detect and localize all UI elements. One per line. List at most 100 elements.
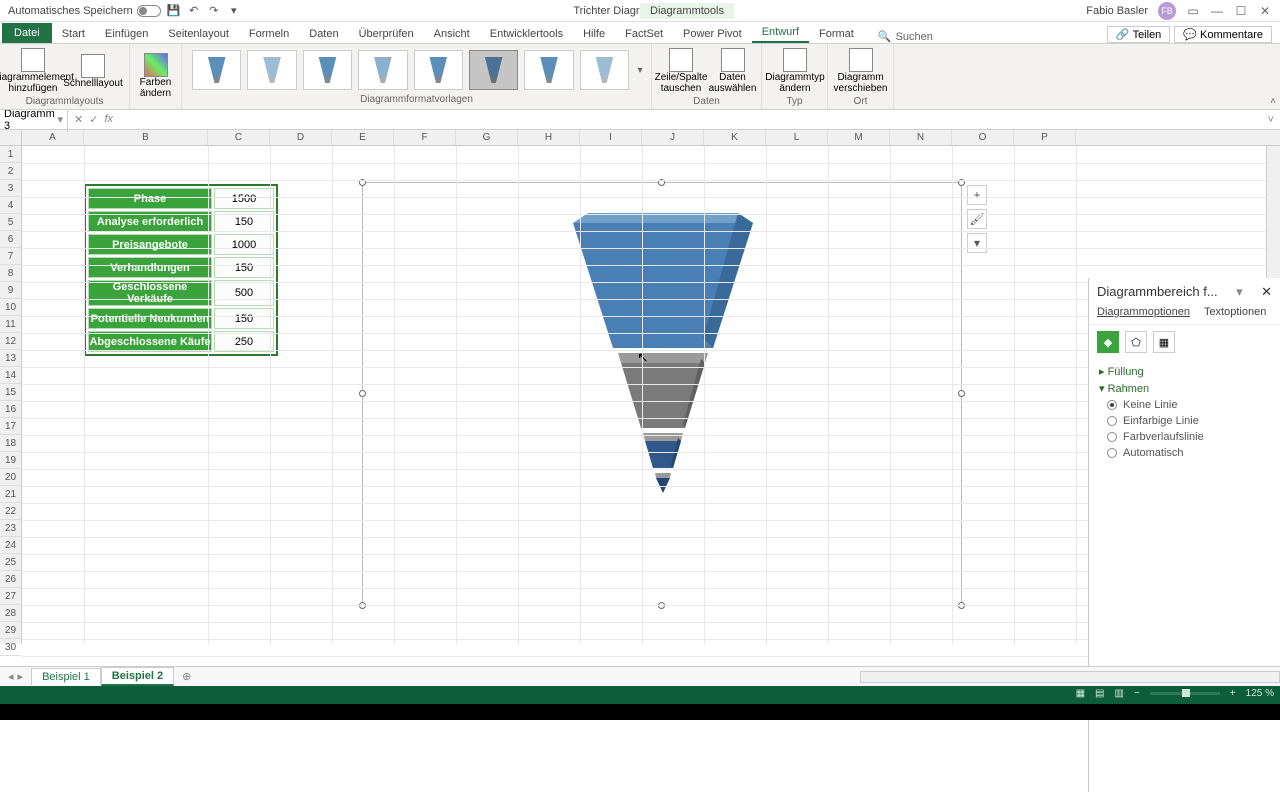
qat-customize-icon[interactable]: ▾ [227, 4, 241, 18]
chart-style-6[interactable] [469, 50, 518, 90]
pane-tab-chart-options[interactable]: Diagrammoptionen [1097, 306, 1190, 318]
row-header-10[interactable]: 10 [0, 299, 21, 316]
row-header-30[interactable]: 30 [0, 639, 21, 656]
table-label-cell[interactable]: Potentielle Neukunden [88, 308, 212, 329]
undo-icon[interactable]: ↶ [187, 4, 201, 18]
view-normal-icon[interactable]: ▦ [1076, 688, 1085, 699]
collapse-ribbon-icon[interactable]: ˄ [1270, 96, 1276, 107]
col-header-O[interactable]: O [952, 130, 1014, 145]
table-value-cell[interactable]: 500 [214, 280, 274, 306]
row-header-27[interactable]: 27 [0, 588, 21, 605]
row-header-8[interactable]: 8 [0, 265, 21, 282]
tab-datei[interactable]: Datei [2, 23, 52, 43]
add-sheet-icon[interactable]: ⊕ [174, 670, 199, 683]
tab-ueberpruefen[interactable]: Überprüfen [349, 25, 424, 43]
search-icon[interactable]: 🔍 [878, 30, 892, 43]
share-button[interactable]: 🔗Teilen [1107, 26, 1170, 43]
row-header-20[interactable]: 20 [0, 469, 21, 486]
zoom-in-icon[interactable]: + [1230, 688, 1236, 699]
tab-powerpivot[interactable]: Power Pivot [673, 25, 752, 43]
sheet-tab-1[interactable]: Beispiel 1 [31, 668, 101, 685]
row-header-13[interactable]: 13 [0, 350, 21, 367]
col-header-K[interactable]: K [704, 130, 766, 145]
row-header-23[interactable]: 23 [0, 520, 21, 537]
save-icon[interactable]: 💾 [167, 4, 181, 18]
table-value-cell[interactable]: 250 [214, 331, 274, 352]
chart-object[interactable]: + 🖌 ▾ [362, 182, 962, 606]
row-header-19[interactable]: 19 [0, 452, 21, 469]
col-header-L[interactable]: L [766, 130, 828, 145]
table-value-cell[interactable]: 150 [214, 308, 274, 329]
row-header-26[interactable]: 26 [0, 571, 21, 588]
chart-elements-button[interactable]: + [967, 185, 987, 205]
effects-icon[interactable]: ⬠ [1125, 331, 1147, 353]
switch-rowcol-button[interactable]: Zeile/Spalte tauschen [656, 46, 706, 96]
row-header-25[interactable]: 25 [0, 554, 21, 571]
row-header-6[interactable]: 6 [0, 231, 21, 248]
col-header-G[interactable]: G [456, 130, 518, 145]
search-label[interactable]: Suchen [896, 31, 933, 43]
table-label-cell[interactable]: Geschlossene Verkäufe [88, 280, 212, 306]
pane-close-icon[interactable]: ✕ [1261, 284, 1272, 300]
col-header-M[interactable]: M [828, 130, 890, 145]
col-header-C[interactable]: C [208, 130, 270, 145]
row-header-16[interactable]: 16 [0, 401, 21, 418]
col-header-H[interactable]: H [518, 130, 580, 145]
row-header-5[interactable]: 5 [0, 214, 21, 231]
redo-icon[interactable]: ↷ [207, 4, 221, 18]
row-header-24[interactable]: 24 [0, 537, 21, 554]
change-chart-type-button[interactable]: Diagrammtyp ändern [766, 46, 824, 96]
styles-more-icon[interactable]: ▾ [633, 65, 647, 76]
row-header-12[interactable]: 12 [0, 333, 21, 350]
select-data-button[interactable]: Daten auswählen [708, 46, 757, 96]
tab-entwurf[interactable]: Entwurf [752, 23, 809, 43]
chart-style-4[interactable] [358, 50, 407, 90]
row-header-2[interactable]: 2 [0, 163, 21, 180]
section-border[interactable]: ▾ Rahmen [1099, 380, 1270, 397]
row-header-17[interactable]: 17 [0, 418, 21, 435]
view-page-break-icon[interactable]: ▥ [1115, 688, 1124, 699]
chart-style-5[interactable] [414, 50, 463, 90]
formula-expand-icon[interactable]: ˅ [1262, 114, 1280, 126]
funnel-chart[interactable] [563, 213, 763, 493]
fill-line-icon[interactable]: ◆ [1097, 331, 1119, 353]
col-header-B[interactable]: B [84, 130, 208, 145]
tab-hilfe[interactable]: Hilfe [573, 25, 615, 43]
chart-style-1[interactable] [192, 50, 241, 90]
name-box[interactable]: Diagramm 3 ▾ [0, 108, 68, 132]
table-value-cell[interactable]: 1000 [214, 234, 274, 255]
close-icon[interactable]: ✕ [1258, 4, 1272, 18]
radio-automatic[interactable]: Automatisch [1099, 445, 1270, 461]
horizontal-scrollbar[interactable] [860, 671, 1280, 683]
zoom-out-icon[interactable]: − [1134, 688, 1140, 699]
row-header-22[interactable]: 22 [0, 503, 21, 520]
select-all-corner[interactable] [0, 130, 22, 145]
col-header-P[interactable]: P [1014, 130, 1076, 145]
tab-einfuegen[interactable]: Einfügen [95, 25, 158, 43]
ribbon-display-icon[interactable]: ▭ [1186, 4, 1200, 18]
tab-format[interactable]: Format [809, 25, 864, 43]
tab-formeln[interactable]: Formeln [239, 25, 299, 43]
table-value-cell[interactable]: 150 [214, 257, 274, 278]
row-header-15[interactable]: 15 [0, 384, 21, 401]
col-header-A[interactable]: A [22, 130, 84, 145]
sheet-tab-2[interactable]: Beispiel 2 [101, 667, 174, 686]
sheet-nav-next-icon[interactable]: ▸ [18, 670, 24, 683]
col-header-I[interactable]: I [580, 130, 642, 145]
tab-ansicht[interactable]: Ansicht [424, 25, 480, 43]
size-props-icon[interactable]: ▦ [1153, 331, 1175, 353]
row-header-29[interactable]: 29 [0, 622, 21, 639]
row-header-11[interactable]: 11 [0, 316, 21, 333]
row-header-28[interactable]: 28 [0, 605, 21, 622]
zoom-level[interactable]: 125 % [1246, 688, 1274, 699]
tab-entwicklertools[interactable]: Entwicklertools [480, 25, 573, 43]
chart-style-3[interactable] [303, 50, 352, 90]
quick-layout-button[interactable]: Schnelllayout [64, 46, 122, 96]
radio-gradient-line[interactable]: Farbverlaufslinie [1099, 429, 1270, 445]
table-value-cell[interactable]: 1500 [214, 188, 274, 209]
row-header-18[interactable]: 18 [0, 435, 21, 452]
row-header-4[interactable]: 4 [0, 197, 21, 214]
view-page-layout-icon[interactable]: ▤ [1095, 688, 1104, 699]
zoom-slider[interactable] [1150, 692, 1220, 695]
pane-tab-text-options[interactable]: Textoptionen [1204, 306, 1266, 318]
